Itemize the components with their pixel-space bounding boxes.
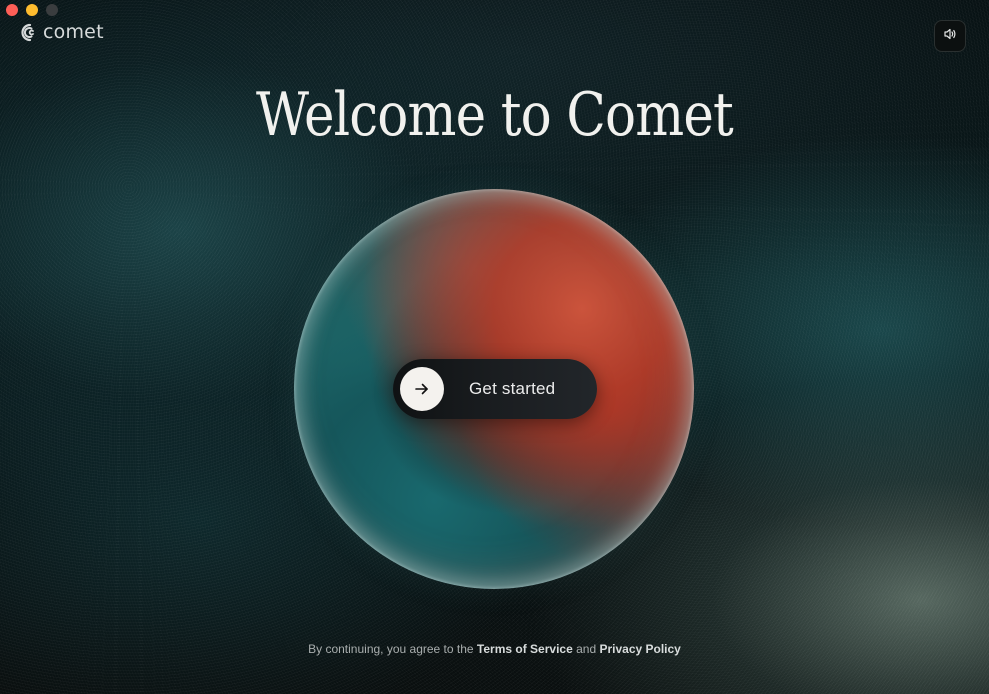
legal-notice: By continuing, you agree to the Terms of… <box>0 642 989 656</box>
minimize-window-button[interactable] <box>26 4 38 16</box>
window-controls <box>6 4 58 16</box>
legal-prefix: By continuing, you agree to the <box>308 642 474 656</box>
close-window-button[interactable] <box>6 4 18 16</box>
terms-of-service-link[interactable]: Terms of Service <box>477 642 573 656</box>
privacy-policy-link[interactable]: Privacy Policy <box>599 642 680 656</box>
arrow-right-icon <box>400 367 444 411</box>
comet-logo-icon <box>20 22 40 42</box>
brand-logo: comet <box>20 22 104 42</box>
brand-name: comet <box>43 20 104 43</box>
zoom-window-button[interactable] <box>46 4 58 16</box>
get-started-label: Get started <box>469 379 556 398</box>
welcome-title: Welcome to Comet <box>255 80 734 150</box>
sound-toggle-button[interactable] <box>934 20 966 52</box>
speaker-icon <box>943 27 957 46</box>
legal-conjunction: and <box>576 642 597 656</box>
onboarding-window: comet Welcome to Comet Get started By co… <box>0 0 989 694</box>
get-started-button[interactable]: Get started <box>393 359 597 419</box>
